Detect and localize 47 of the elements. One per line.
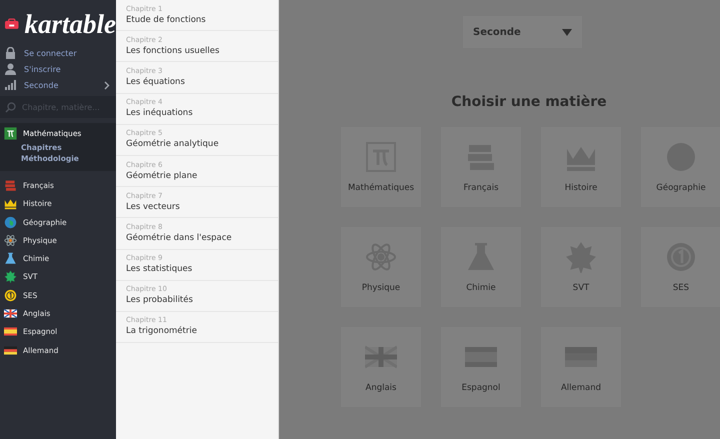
briefcase-icon [5,16,18,32]
subject-tile[interactable]: SES [641,227,720,307]
subject-tile[interactable]: SVT [541,227,621,307]
user-icon [5,63,16,75]
crown-icon [4,197,17,210]
chapter-title: Géométrie analytique [126,138,219,150]
books-icon [4,178,17,192]
account-link[interactable]: Se connecter [0,45,116,61]
level-selector[interactable]: Seconde [0,77,116,93]
chapter-title: La trigonométrie [126,325,197,338]
account-link[interactable]: S'inscrire [0,61,116,77]
atom-icon [4,234,17,247]
chapter-title: Géométrie dans l'espace [126,232,232,244]
signal-bars-icon [5,80,16,90]
flag-icon [4,344,17,357]
atom-icon [365,241,397,273]
subject-tile[interactable]: Histoire [541,127,621,207]
globe-icon [665,141,697,173]
chapter-title: Les fonctions usuelles [126,44,220,57]
leaf-icon [4,270,17,284]
logo-text: kartable [24,8,116,38]
chapter-title: Les inéquations [126,107,193,120]
chevron-right-icon [104,80,110,90]
subject-tile[interactable]: Physique [341,227,421,307]
chapter-title: Les équations [126,76,185,88]
chapter-title: Etude de fonctions [126,14,206,26]
chapter-title: Les probabilités [126,294,193,306]
page-heading: Choisir une matière [451,93,607,111]
subject-tile[interactable]: Anglais [341,327,421,407]
pi-icon [4,126,17,140]
leaf-icon [565,241,597,273]
chapter-title: Les vecteurs [126,200,180,213]
coin-icon [4,288,17,302]
chapter-title: Les statistiques [126,263,192,276]
caret-icon [562,28,572,36]
subject-tile[interactable]: Géographie [641,127,720,207]
lock-icon [5,47,16,59]
flag-icon [4,325,17,338]
subject-tile[interactable]: Espagnol [441,327,521,407]
chapter-title: Géométrie plane [126,170,198,182]
subject-tile[interactable]: Chimie [441,227,521,307]
subject-tile[interactable]: Mathématiques [341,127,421,207]
flask-icon [4,252,17,266]
globe-icon [4,216,17,229]
subject-tile[interactable]: Français [441,127,521,207]
flag-icon [4,307,17,320]
subject-tile[interactable]: Allemand [541,327,621,407]
